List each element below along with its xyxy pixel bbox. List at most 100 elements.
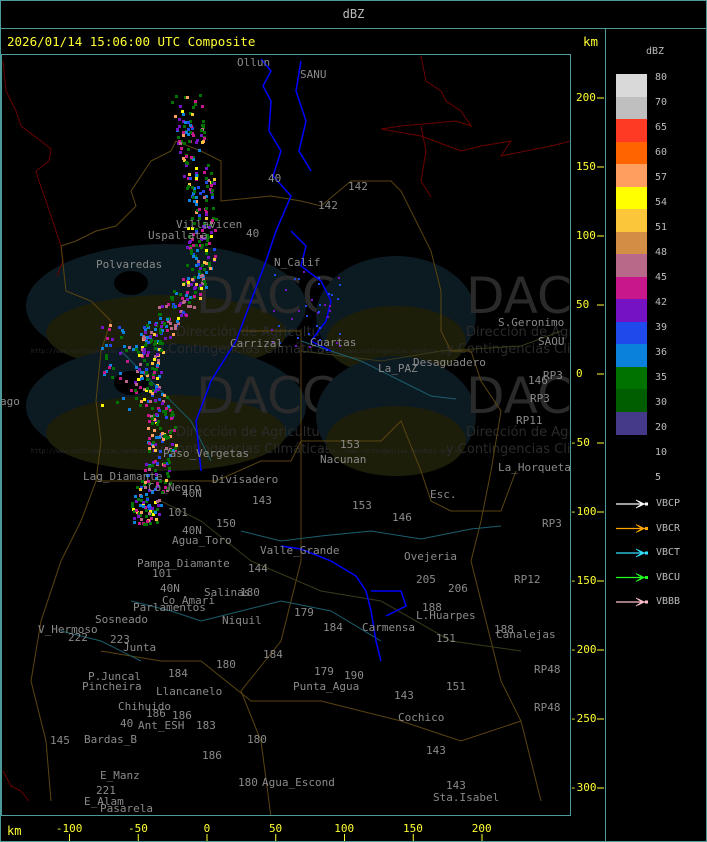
echo-pixel bbox=[169, 322, 172, 325]
place-label: 40 bbox=[246, 227, 260, 240]
place-label: 143 bbox=[394, 689, 414, 702]
echo-pixel bbox=[155, 413, 158, 416]
place-label: 101 bbox=[168, 506, 188, 519]
echo-pixel bbox=[149, 522, 152, 525]
echo-pixel bbox=[203, 261, 206, 264]
echo-pixel bbox=[201, 105, 204, 108]
km-unit-label-bottom: km bbox=[7, 824, 22, 838]
echo-pixel bbox=[131, 502, 134, 505]
echo-pixel bbox=[143, 523, 146, 526]
echo-pixel bbox=[210, 231, 213, 234]
legend-label: 57 bbox=[655, 172, 668, 183]
place-label: 184 bbox=[323, 621, 343, 634]
echo-pixel bbox=[122, 331, 125, 334]
echo-pixel bbox=[171, 443, 174, 446]
radar-label: VBCR bbox=[656, 522, 681, 534]
echo-pixel bbox=[141, 377, 144, 380]
echo-pixel bbox=[140, 495, 143, 498]
echo-pixel bbox=[109, 344, 112, 347]
echo-pixel bbox=[174, 426, 177, 429]
echo-pixel bbox=[291, 318, 293, 320]
echo-pixel bbox=[208, 262, 211, 265]
echo-pixel bbox=[178, 118, 181, 121]
echo-pixel bbox=[201, 141, 204, 144]
echo-pixel bbox=[163, 464, 166, 467]
echo-pixel bbox=[328, 293, 330, 295]
place-label: 146 bbox=[528, 374, 548, 387]
echo-pixel bbox=[135, 397, 138, 400]
echo-pixel bbox=[163, 322, 166, 325]
echo-pixel bbox=[119, 377, 122, 380]
legend-label: 45 bbox=[655, 272, 668, 283]
echo-pixel bbox=[187, 305, 190, 308]
echo-pixel bbox=[205, 213, 208, 216]
echo-pixel bbox=[161, 305, 164, 308]
echo-pixel bbox=[170, 414, 173, 417]
echo-pixel bbox=[202, 120, 205, 123]
x-tick-label: 50 bbox=[268, 822, 283, 835]
echo-pixel bbox=[199, 267, 202, 270]
echo-pixel bbox=[151, 507, 154, 510]
echo-pixel bbox=[148, 450, 151, 453]
place-label: La_PAZ bbox=[378, 362, 418, 375]
echo-pixel bbox=[183, 125, 186, 128]
echo-pixel bbox=[203, 196, 206, 199]
echo-pixel bbox=[153, 358, 156, 361]
echo-pixel bbox=[190, 252, 193, 255]
y-tick-label: -300 bbox=[570, 781, 597, 794]
place-label: Ovejeria bbox=[404, 550, 457, 563]
echo-pixel bbox=[146, 387, 149, 390]
echo-pixel bbox=[138, 522, 141, 525]
echo-pixel bbox=[199, 94, 202, 97]
echo-pixel bbox=[145, 515, 148, 518]
place-label: Nacunan bbox=[320, 453, 367, 466]
echo-pixel bbox=[103, 371, 106, 374]
svg-text:http://www.contingencias.mendo: http://www.contingencias.mendoza.gov.ar bbox=[31, 448, 172, 455]
echo-pixel bbox=[158, 513, 161, 516]
echo-pixel bbox=[189, 177, 192, 180]
echo-pixel bbox=[156, 377, 159, 380]
echo-pixel bbox=[126, 360, 129, 363]
echo-pixel bbox=[204, 283, 207, 286]
place-label: Esc. bbox=[430, 488, 457, 501]
echo-pixel bbox=[273, 310, 275, 312]
legend-swatch bbox=[616, 276, 647, 300]
echo-pixel bbox=[183, 142, 186, 145]
echo-pixel bbox=[205, 181, 208, 184]
legend-swatch bbox=[616, 254, 647, 277]
echo-pixel bbox=[165, 305, 168, 308]
echo-pixel bbox=[154, 323, 157, 326]
radar-label: VBCP bbox=[656, 498, 681, 509]
echo-pixel bbox=[148, 437, 151, 440]
echo-pixel bbox=[148, 465, 151, 468]
echo-pixel bbox=[146, 363, 149, 366]
radar-map[interactable]: DACC Dirección de Agricultura y Contingenc… bbox=[1, 54, 571, 816]
echo-pixel bbox=[154, 328, 157, 331]
echo-pixel bbox=[146, 378, 149, 381]
x-tick-label: 200 bbox=[471, 822, 492, 835]
echo-pixel bbox=[186, 187, 189, 190]
echo-pixel bbox=[106, 337, 109, 340]
echo-pixel bbox=[173, 290, 176, 293]
echo-pixel bbox=[205, 286, 208, 289]
echo-pixel bbox=[174, 115, 177, 118]
echo-pixel bbox=[146, 498, 149, 501]
echo-pixel bbox=[145, 372, 148, 375]
echo-pixel bbox=[139, 488, 142, 491]
echo-pixel bbox=[135, 509, 138, 512]
legend-label: 48 bbox=[655, 247, 668, 258]
echo-pixel bbox=[160, 325, 163, 328]
echo-pixel bbox=[160, 371, 163, 374]
echo-pixel bbox=[158, 499, 161, 502]
echo-pixel bbox=[191, 186, 194, 189]
echo-pixel bbox=[136, 486, 139, 489]
echo-pixel bbox=[101, 347, 104, 350]
echo-pixel bbox=[145, 509, 148, 512]
map-canvas: DACC Dirección de Agricultura y Contingenc… bbox=[2, 55, 570, 815]
place-label: 143 bbox=[252, 494, 272, 507]
echo-pixel bbox=[306, 315, 308, 317]
echo-pixel bbox=[298, 310, 300, 312]
echo-pixel bbox=[158, 436, 161, 439]
place-label: RP48 bbox=[534, 701, 561, 714]
echo-pixel bbox=[156, 353, 159, 356]
